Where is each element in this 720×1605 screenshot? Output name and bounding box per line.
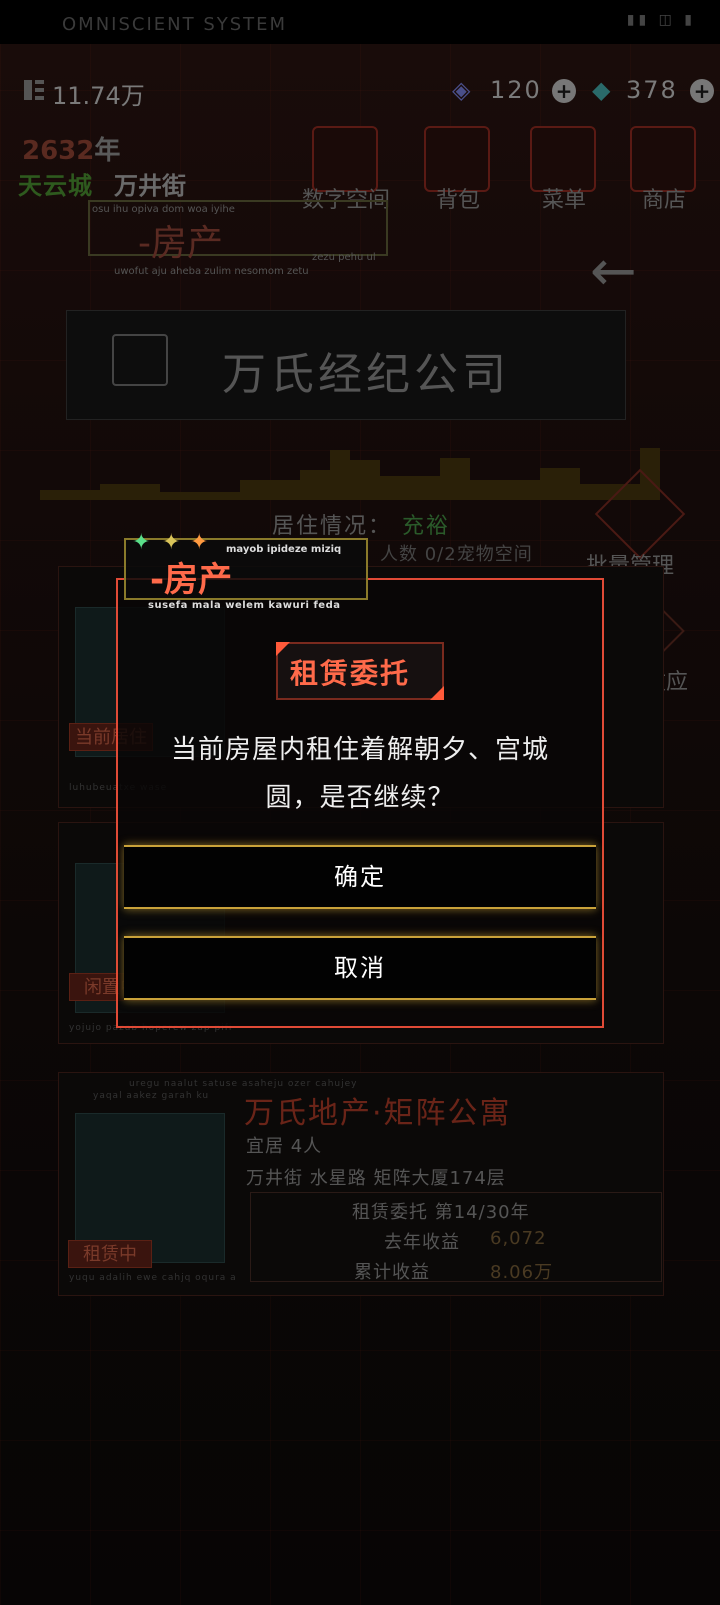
card-caption-left: yaqal aakez garah ku [93, 1091, 210, 1101]
status-icons: ▮▮ ◫ ▮ [626, 12, 696, 28]
lease-term: 租赁委托 第14/30年 [352, 1202, 530, 1223]
last-year-income-value: 6,072 [490, 1228, 547, 1249]
pets-capacity: 人数 0/2宠物空间 [380, 544, 533, 565]
back-arrow-icon[interactable]: ← [590, 244, 662, 306]
living-label: 居住情况： [272, 514, 393, 539]
page-title-caption-right: zezu pehu ul [312, 252, 376, 263]
confirm-button[interactable]: 确定 [124, 845, 596, 909]
dialog-header-caption: mayob ipideze miziq [226, 544, 342, 555]
dialog-header-subcaption: susefa mala welem kawuri feda [148, 600, 341, 611]
star-icon: ✦ [162, 530, 181, 555]
add-blue-gem-button[interactable]: + [552, 79, 576, 103]
blue-gem-icon: ◈ [452, 76, 471, 104]
badge-corner [430, 686, 444, 700]
property-population: 宜居 4人 [246, 1136, 323, 1157]
property-name: 万氏地产·矩阵公寓 [244, 1096, 512, 1131]
property-address: 万井街 水星路 矩阵大厦174层 [246, 1168, 506, 1189]
teal-gem-icon: ◆ [592, 76, 611, 104]
dialog-title: 租赁委托 [290, 657, 411, 690]
dialog-header-title: -房产 [150, 560, 233, 600]
city-label: 天云城 [18, 172, 93, 200]
teal-gem-value: 378 [626, 76, 678, 104]
nav-menu[interactable]: 菜单 [526, 124, 602, 214]
os-title: OMNISCIENT SYSTEM [62, 14, 288, 35]
cancel-button[interactable]: 取消 [124, 936, 596, 1000]
skyline-decoration [40, 448, 660, 500]
total-income-value: 8.06万 [490, 1262, 554, 1283]
total-income-label: 累计收益 [354, 1262, 430, 1283]
nav-shop[interactable]: 商店 [626, 124, 702, 214]
street-label: 万井街 [114, 172, 186, 200]
nav-bag[interactable]: 背包 [420, 124, 496, 214]
page-title-subcaption: uwofut aju aheba zulim nesomom zetu [114, 266, 309, 277]
card-caption-bottom: yuqu adalih ewe cahjq oqura a [69, 1273, 237, 1283]
money-icon [24, 80, 44, 100]
last-year-income-label: 去年收益 [384, 1232, 460, 1253]
badge-corner [276, 642, 290, 656]
blue-gem-value: 120 [490, 76, 542, 104]
page-title: -房产 [138, 223, 223, 264]
star-icon: ✦ [190, 530, 209, 555]
dialog-message: 当前房屋内租住着解朝夕、宫城圆，是否继续？ [170, 735, 549, 813]
money-value: 11.74万 [52, 82, 145, 110]
company-name: 万氏经纪公司 [222, 349, 510, 400]
star-icon: ✦ [132, 530, 151, 555]
year-label: 2632年 [22, 136, 121, 166]
living-value: 充裕 [402, 514, 451, 539]
building-icon [112, 334, 168, 386]
status-badge: 租赁中 [68, 1240, 152, 1268]
add-teal-gem-button[interactable]: + [690, 79, 714, 103]
